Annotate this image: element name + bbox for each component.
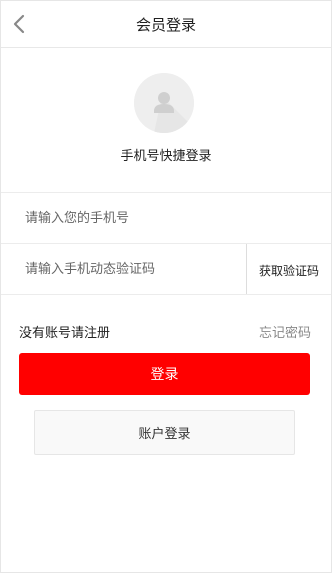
phone-input[interactable] (1, 193, 331, 243)
header-bar: 会员登录 (1, 1, 331, 48)
page-title: 会员登录 (135, 16, 196, 34)
user-avatar-icon (134, 73, 194, 133)
login-button[interactable]: 登录 (19, 353, 310, 395)
avatar (134, 73, 194, 133)
code-row: 获取验证码 (1, 243, 331, 295)
forgot-password-link[interactable]: 忘记密码 (259, 324, 311, 344)
verification-code-input[interactable] (1, 244, 246, 294)
login-form: 获取验证码 (1, 192, 331, 295)
register-link[interactable]: 没有账号请注册 (19, 324, 110, 344)
phone-row (1, 192, 331, 243)
login-page: 会员登录 手机号快捷登录 获取验证码 没有账号请注册 忘记密码 登录 账户登录 (0, 0, 332, 573)
get-code-button[interactable]: 获取验证码 (246, 244, 331, 294)
auth-links: 没有账号请注册 忘记密码 (19, 324, 311, 344)
account-login-button[interactable]: 账户登录 (34, 410, 295, 455)
quick-login-title: 手机号快捷登录 (120, 149, 212, 164)
